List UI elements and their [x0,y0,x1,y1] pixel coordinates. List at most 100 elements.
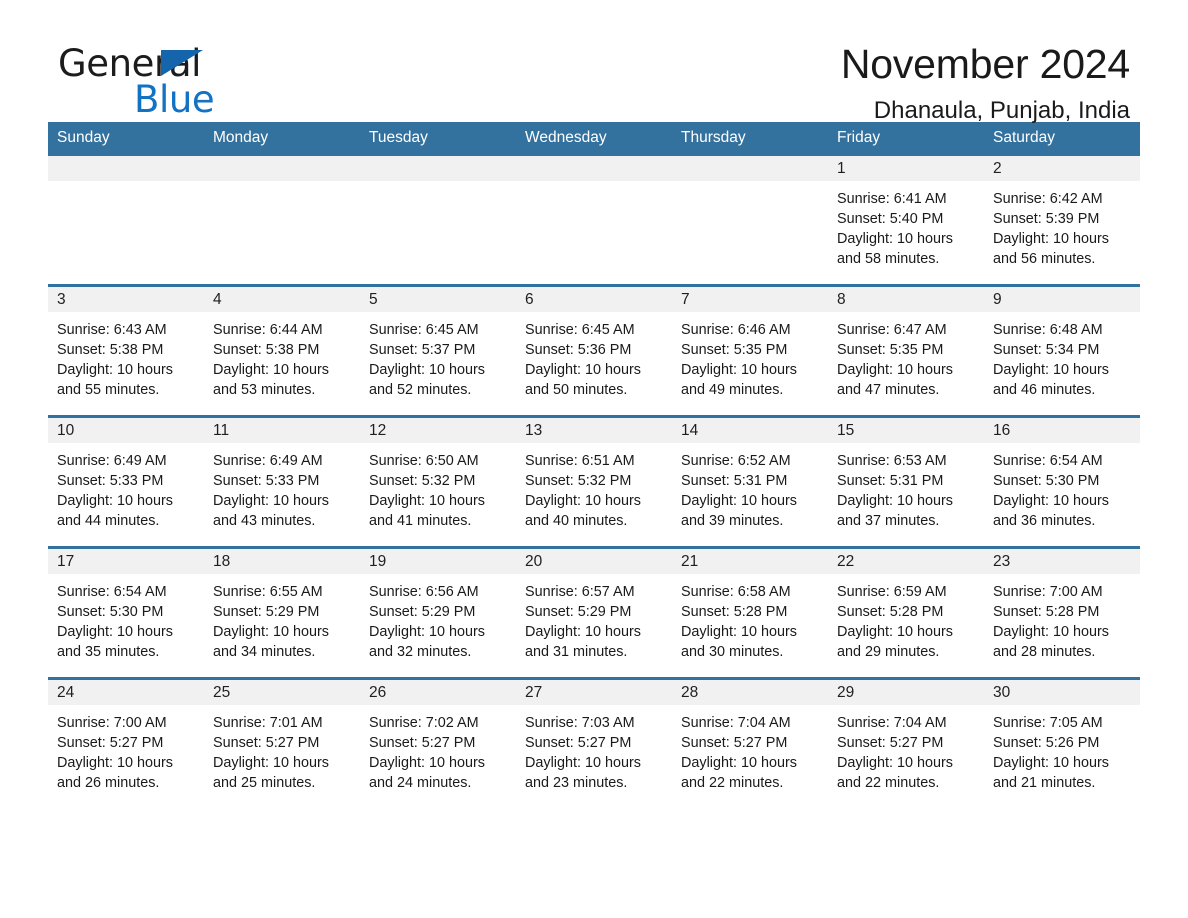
day-number: 25 [204,679,360,705]
calendar-day-cell[interactable]: 5 Sunrise: 6:45 AM Sunset: 5:37 PM Daylight… [360,286,516,415]
calendar-cell [672,155,828,286]
daylight-text: Daylight: 10 hours and 47 minutes. [837,362,953,399]
sunrise-text: Sunrise: 6:57 AM [525,583,635,600]
weekday-header-monday: Monday [204,122,360,156]
sunset-text: Sunset: 5:27 PM [525,734,632,751]
calendar-day-cell[interactable]: 29 Sunrise: 7:04 AM Sunset: 5:27 PM Dayligh… [828,679,984,808]
calendar-day-cell[interactable]: 26 Sunrise: 7:02 AM Sunset: 5:27 PM Dayligh… [360,679,516,808]
sunset-text: Sunset: 5:36 PM [525,341,632,358]
daylight-text: Daylight: 10 hours and 41 minutes. [369,493,485,530]
daylight-text: Daylight: 10 hours and 22 minutes. [681,755,797,792]
sunrise-text: Sunrise: 6:45 AM [369,321,479,338]
day-details: Sunrise: 6:49 AM Sunset: 5:33 PM Daylight:… [48,443,204,532]
daylight-text: Daylight: 10 hours and 21 minutes. [993,755,1109,792]
day-number: 8 [828,286,984,312]
calendar-cell: 16 Sunrise: 6:54 AM Sunset: 5:30 PM Dayligh… [984,414,1140,548]
sunrise-text: Sunrise: 6:52 AM [681,452,791,469]
sunset-text: Sunset: 5:37 PM [369,341,476,358]
sunrise-text: Sunrise: 7:05 AM [993,714,1103,731]
calendar-day-cell[interactable]: 21 Sunrise: 6:58 AM Sunset: 5:28 PM Dayligh… [672,548,828,677]
calendar-cell: 26 Sunrise: 7:02 AM Sunset: 5:27 PM Dayligh… [360,676,516,808]
day-number [360,155,516,181]
sunrise-text: Sunrise: 6:54 AM [57,583,167,600]
calendar-day-cell[interactable]: 12 Sunrise: 6:50 AM Sunset: 5:32 PM Dayligh… [360,417,516,546]
day-number: 18 [204,548,360,574]
sunset-text: Sunset: 5:30 PM [57,603,164,620]
calendar-day-cell-empty [204,155,360,284]
calendar-day-cell[interactable]: 11 Sunrise: 6:49 AM Sunset: 5:33 PM Dayligh… [204,417,360,546]
calendar-day-cell[interactable]: 19 Sunrise: 6:56 AM Sunset: 5:29 PM Dayligh… [360,548,516,677]
daylight-text: Daylight: 10 hours and 35 minutes. [57,624,173,661]
calendar-day-cell[interactable]: 9 Sunrise: 6:48 AM Sunset: 5:34 PM Daylight… [984,286,1140,415]
daylight-text: Daylight: 10 hours and 34 minutes. [213,624,329,661]
sunset-text: Sunset: 5:27 PM [213,734,320,751]
calendar-day-cell[interactable]: 16 Sunrise: 6:54 AM Sunset: 5:30 PM Dayligh… [984,417,1140,546]
calendar-cell: 9 Sunrise: 6:48 AM Sunset: 5:34 PM Daylight… [984,283,1140,417]
calendar-day-cell[interactable]: 18 Sunrise: 6:55 AM Sunset: 5:29 PM Dayligh… [204,548,360,677]
calendar-day-cell[interactable]: 6 Sunrise: 6:45 AM Sunset: 5:36 PM Daylight… [516,286,672,415]
calendar-cell: 3 Sunrise: 6:43 AM Sunset: 5:38 PM Daylight… [48,283,204,417]
day-number [672,155,828,181]
sunrise-text: Sunrise: 6:56 AM [369,583,479,600]
day-number: 28 [672,679,828,705]
day-number: 29 [828,679,984,705]
generalblue-logo[interactable]: General Blue [58,45,358,123]
calendar-day-cell[interactable]: 8 Sunrise: 6:47 AM Sunset: 5:35 PM Daylight… [828,286,984,415]
sunset-text: Sunset: 5:38 PM [213,341,320,358]
sunrise-text: Sunrise: 7:00 AM [57,714,167,731]
day-details: Sunrise: 7:00 AM Sunset: 5:28 PM Daylight:… [984,574,1140,663]
sunset-text: Sunset: 5:31 PM [837,472,944,489]
calendar-day-cell[interactable]: 17 Sunrise: 6:54 AM Sunset: 5:30 PM Dayligh… [48,548,204,677]
calendar-day-cell[interactable]: 28 Sunrise: 7:04 AM Sunset: 5:27 PM Dayligh… [672,679,828,808]
calendar-day-cell[interactable]: 13 Sunrise: 6:51 AM Sunset: 5:32 PM Dayligh… [516,417,672,546]
daylight-text: Daylight: 10 hours and 25 minutes. [213,755,329,792]
calendar-day-cell[interactable]: 1 Sunrise: 6:41 AM Sunset: 5:40 PM Daylight… [828,155,984,284]
calendar-day-cell[interactable]: 2 Sunrise: 6:42 AM Sunset: 5:39 PM Daylight… [984,155,1140,284]
calendar-body: 1 Sunrise: 6:41 AM Sunset: 5:40 PM Daylight… [48,155,1140,808]
daylight-text: Daylight: 10 hours and 39 minutes. [681,493,797,530]
calendar-week-row: 3 Sunrise: 6:43 AM Sunset: 5:38 PM Daylight… [48,283,1140,417]
weekday-header-saturday: Saturday [984,122,1140,156]
weekday-header-wednesday: Wednesday [516,122,672,156]
calendar-day-cell[interactable]: 22 Sunrise: 6:59 AM Sunset: 5:28 PM Dayligh… [828,548,984,677]
sunrise-text: Sunrise: 6:50 AM [369,452,479,469]
calendar-day-cell[interactable]: 25 Sunrise: 7:01 AM Sunset: 5:27 PM Dayligh… [204,679,360,808]
calendar-page: General Blue November 2024 Dhanaula, Pun… [0,0,1188,918]
calendar-day-cell[interactable]: 23 Sunrise: 7:00 AM Sunset: 5:28 PM Dayligh… [984,548,1140,677]
calendar-day-cell[interactable]: 15 Sunrise: 6:53 AM Sunset: 5:31 PM Dayligh… [828,417,984,546]
calendar-day-cell[interactable]: 7 Sunrise: 6:46 AM Sunset: 5:35 PM Daylight… [672,286,828,415]
calendar-day-cell[interactable]: 30 Sunrise: 7:05 AM Sunset: 5:26 PM Dayligh… [984,679,1140,808]
calendar-day-cell[interactable]: 3 Sunrise: 6:43 AM Sunset: 5:38 PM Daylight… [48,286,204,415]
sunset-text: Sunset: 5:28 PM [993,603,1100,620]
day-details: Sunrise: 6:59 AM Sunset: 5:28 PM Daylight:… [828,574,984,663]
calendar-day-cell[interactable]: 27 Sunrise: 7:03 AM Sunset: 5:27 PM Dayligh… [516,679,672,808]
calendar-day-cell[interactable]: 4 Sunrise: 6:44 AM Sunset: 5:38 PM Daylight… [204,286,360,415]
calendar-cell: 27 Sunrise: 7:03 AM Sunset: 5:27 PM Dayligh… [516,676,672,808]
calendar-cell [48,155,204,286]
title-block: November 2024 Dhanaula, Punjab, India [840,41,1130,126]
day-number: 6 [516,286,672,312]
daylight-text: Daylight: 10 hours and 31 minutes. [525,624,641,661]
sunrise-text: Sunrise: 6:54 AM [993,452,1103,469]
daylight-text: Daylight: 10 hours and 56 minutes. [993,231,1109,268]
calendar-day-cell-empty [48,155,204,284]
calendar-day-cell[interactable]: 24 Sunrise: 7:00 AM Sunset: 5:27 PM Dayligh… [48,679,204,808]
sunrise-text: Sunrise: 6:59 AM [837,583,947,600]
sunset-text: Sunset: 5:28 PM [681,603,788,620]
calendar-table: Sunday Monday Tuesday Wednesday Thursday Frid… [48,122,1140,808]
sunset-text: Sunset: 5:27 PM [369,734,476,751]
day-number: 26 [360,679,516,705]
sunset-text: Sunset: 5:33 PM [57,472,164,489]
sunset-text: Sunset: 5:33 PM [213,472,320,489]
calendar-cell: 13 Sunrise: 6:51 AM Sunset: 5:32 PM Dayligh… [516,414,672,548]
calendar-cell: 5 Sunrise: 6:45 AM Sunset: 5:37 PM Daylight… [360,283,516,417]
sunrise-text: Sunrise: 7:00 AM [993,583,1103,600]
day-details: Sunrise: 6:42 AM Sunset: 5:39 PM Daylight:… [984,181,1140,270]
calendar-day-cell[interactable]: 10 Sunrise: 6:49 AM Sunset: 5:33 PM Dayligh… [48,417,204,546]
daylight-text: Daylight: 10 hours and 58 minutes. [837,231,953,268]
calendar-day-cell[interactable]: 14 Sunrise: 6:52 AM Sunset: 5:31 PM Dayligh… [672,417,828,546]
page-title: November 2024 [840,41,1130,87]
sunrise-text: Sunrise: 6:58 AM [681,583,791,600]
calendar-day-cell[interactable]: 20 Sunrise: 6:57 AM Sunset: 5:29 PM Dayligh… [516,548,672,677]
day-details: Sunrise: 6:53 AM Sunset: 5:31 PM Daylight:… [828,443,984,532]
